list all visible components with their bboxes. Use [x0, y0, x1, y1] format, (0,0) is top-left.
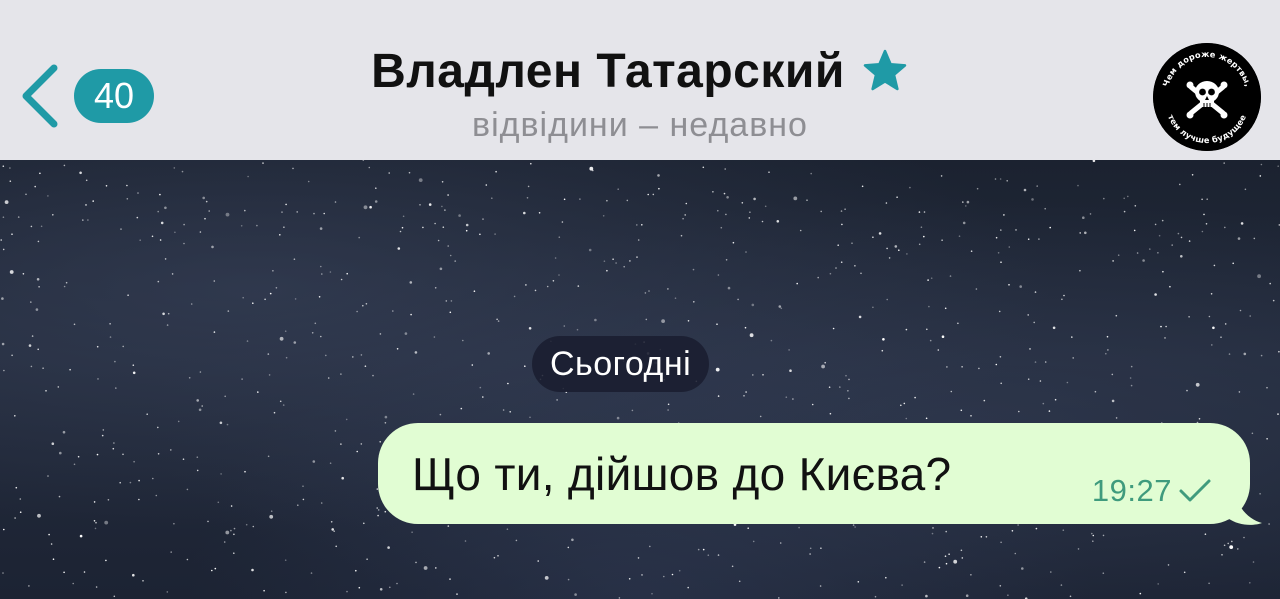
single-check-icon	[1179, 479, 1211, 502]
chat-messages-area[interactable]: Сьогодні Що ти, дійшов до Києва? 19:27	[0, 160, 1280, 599]
message-time: 19:27	[1091, 473, 1172, 508]
contact-name: Владлен Татарский	[371, 44, 845, 98]
date-separator: Сьогодні	[532, 336, 710, 392]
chevron-left-icon	[22, 64, 58, 128]
skull-crossbones-icon: Чем дороже жертвы, тем лучше будущее	[1153, 43, 1261, 151]
contact-name-row: Владлен Татарский	[300, 40, 980, 102]
avatar[interactable]: Чем дороже жертвы, тем лучше будущее	[1153, 43, 1261, 151]
chat-title-block[interactable]: Владлен Татарский відвідини – недавно	[300, 40, 980, 145]
message-meta: 19:27	[1092, 473, 1212, 509]
back-button[interactable]: 40	[18, 60, 158, 132]
outgoing-message-bubble[interactable]: Що ти, дійшов до Києва? 19:27	[378, 423, 1250, 524]
chat-header: 40 Владлен Татарский відвідини – недавно…	[0, 0, 1280, 160]
unread-count-badge: 40	[74, 69, 154, 123]
message-text: Що ти, дійшов до Києва?	[412, 448, 952, 500]
star-icon	[863, 49, 907, 91]
chat-screen: 40 Владлен Татарский відвідини – недавно…	[0, 0, 1280, 599]
contact-last-seen: відвідини – недавно	[472, 106, 808, 144]
